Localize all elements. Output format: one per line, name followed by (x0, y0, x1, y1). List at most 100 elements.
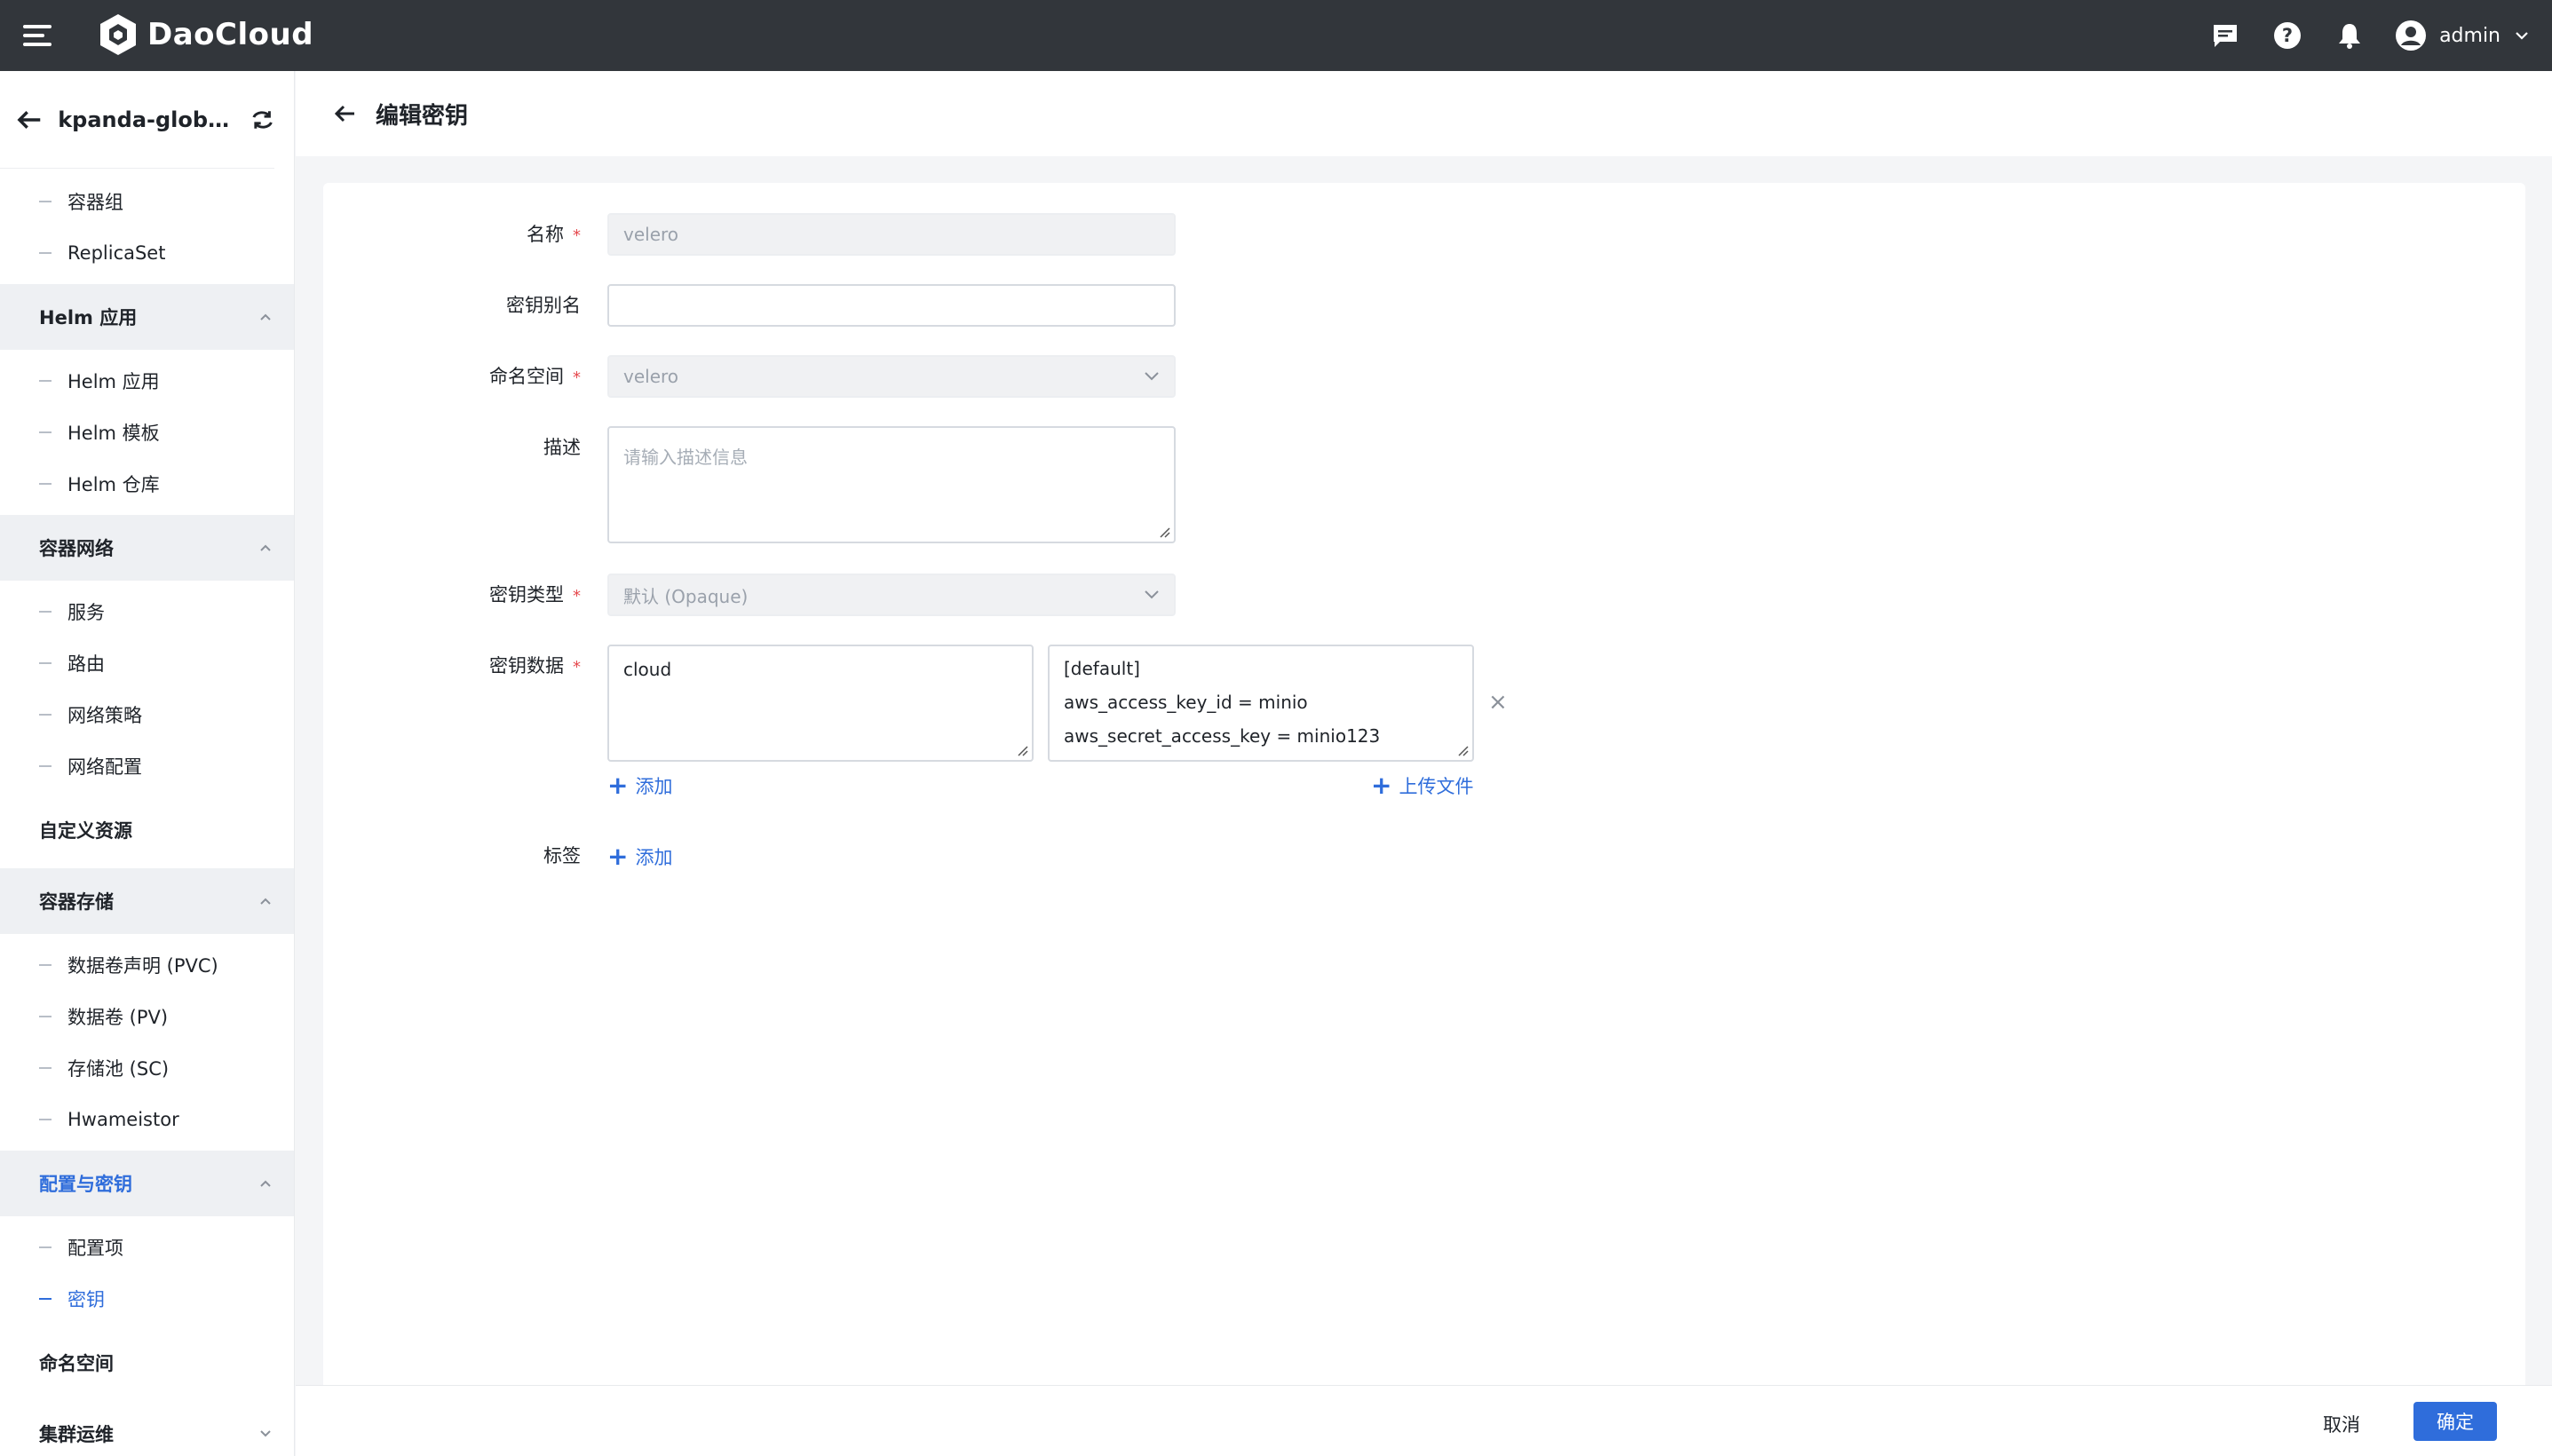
sidebar-group[interactable]: 自定义资源 (0, 797, 294, 863)
sidebar-item[interactable]: 网络策略 (0, 689, 294, 740)
sidebar-item[interactable]: 数据卷 (PV) (0, 991, 294, 1042)
secret-type-label: 密钥类型 * (489, 584, 581, 605)
back-arrow-icon[interactable] (16, 108, 42, 131)
sidebar-item[interactable]: 容器组 (0, 176, 294, 227)
sidebar-item-label: 存储池 (SC) (67, 1058, 170, 1080)
page-header: 编辑密钥 (296, 71, 2552, 156)
back-icon[interactable] (331, 100, 358, 127)
secret-type-select: 默认 (Opaque) (607, 574, 1176, 616)
dash-icon (39, 964, 52, 966)
resize-handle-icon[interactable] (1016, 744, 1028, 756)
dash-icon (39, 380, 52, 382)
sidebar-item[interactable]: Helm 仓库 (0, 458, 294, 510)
secret-value-line: aws_secret_access_key = minio123 (1064, 725, 1381, 747)
dash-icon (39, 201, 52, 202)
sidebar-item[interactable]: Helm 应用 (0, 355, 294, 407)
secret-value-textarea[interactable]: [default] aws_access_key_id = minio aws_… (1048, 645, 1474, 762)
sidebar-item-label: 配置项 (67, 1238, 123, 1259)
alias-label: 密钥别名 (506, 295, 581, 316)
sidebar-menu: 容器组 ReplicaSet Helm 应用 Helm 应用 Helm 模板 Helm 仓… (0, 169, 294, 1456)
tags-label: 标签 (543, 845, 581, 866)
sidebar-item-label: 路由 (67, 653, 105, 675)
cancel-button[interactable]: 取消 (2314, 1404, 2369, 1444)
sidebar-group-label: 集群运维 (39, 1424, 114, 1445)
sidebar-item[interactable]: ReplicaSet (0, 227, 294, 279)
sidebar-group-label: Helm 应用 (39, 307, 138, 328)
sidebar-group-label: 配置与密钥 (39, 1174, 132, 1195)
sidebar-item[interactable]: 配置项 (0, 1222, 294, 1273)
dash-icon (39, 611, 52, 613)
dash-icon (39, 662, 52, 664)
sidebar-item[interactable]: Hwameistor (0, 1094, 294, 1145)
page-title: 编辑密钥 (376, 102, 469, 130)
description-textarea[interactable]: 请输入描述信息 (607, 426, 1176, 543)
sidebar-item-label: 服务 (67, 602, 105, 623)
sidebar-group[interactable]: 配置与密钥 (0, 1151, 294, 1216)
footer-bar: 取消 确定 (296, 1385, 2552, 1456)
avatar-icon (2396, 20, 2427, 51)
dash-icon (39, 1016, 52, 1017)
add-tag-button[interactable]: + 添加 (607, 843, 672, 870)
secret-value-line: aws_access_key_id = minio (1064, 692, 1308, 713)
logo[interactable]: DaoCloud (98, 12, 313, 57)
alias-input[interactable] (607, 284, 1176, 327)
sidebar-group[interactable]: 容器网络 (0, 515, 294, 581)
secret-value-line: [default] (1064, 658, 1140, 679)
sidebar-item[interactable]: 数据卷声明 (PVC) (0, 939, 294, 991)
sidebar-group[interactable]: Helm 应用 (0, 284, 294, 350)
sidebar: kpanda-global-cl... 容器组 ReplicaSet Helm 应用… (0, 71, 295, 1456)
sidebar-item[interactable]: 网络配置 (0, 740, 294, 792)
help-icon[interactable]: ? (2271, 19, 2304, 52)
name-label: 名称 * (527, 224, 581, 245)
message-icon[interactable] (2208, 19, 2242, 52)
chevron-up-icon (260, 1180, 271, 1187)
user-menu[interactable]: admin (2395, 20, 2529, 51)
dash-icon (39, 252, 52, 254)
daocloud-logo-icon (100, 14, 136, 55)
sidebar-group[interactable]: 容器存储 (0, 868, 294, 934)
remove-data-icon[interactable]: × (1488, 689, 1508, 716)
switch-cluster-icon[interactable] (250, 108, 274, 131)
dash-icon (39, 483, 52, 485)
sidebar-group[interactable]: 集群运维 (0, 1401, 294, 1456)
chevron-up-icon (260, 313, 271, 320)
sidebar-header: kpanda-global-cl... (0, 71, 274, 169)
sidebar-item[interactable]: 存储池 (SC) (0, 1042, 294, 1094)
username: admin (2439, 24, 2500, 47)
sidebar-item-label: Helm 仓库 (67, 474, 160, 495)
sidebar-item[interactable]: 密钥 (0, 1273, 294, 1325)
top-bar: DaoCloud ? admin (0, 0, 2552, 71)
svg-text:?: ? (2282, 25, 2293, 46)
secret-key-textarea[interactable]: cloud (607, 645, 1034, 762)
namespace-select: velero (607, 355, 1176, 398)
sidebar-item-label: 网络配置 (67, 756, 142, 778)
edit-secret-form: 名称 * velero 密钥别名 命名空间 * velero 描述 请输入描述信息 … (323, 183, 2525, 1390)
chevron-down-icon (260, 1430, 271, 1437)
upload-file-button[interactable]: + 上传文件 (1371, 772, 1473, 799)
namespace-label: 命名空间 * (489, 366, 581, 387)
dash-icon (39, 431, 52, 433)
dash-icon (39, 1298, 52, 1300)
chevron-down-icon (1145, 372, 1159, 381)
sidebar-group[interactable]: 命名空间 (0, 1330, 294, 1396)
bell-icon[interactable] (2333, 19, 2366, 52)
sidebar-item[interactable]: 路由 (0, 637, 294, 689)
add-data-button[interactable]: + 添加 (607, 772, 672, 799)
sidebar-item-label: ReplicaSet (67, 242, 166, 264)
name-input: velero (607, 213, 1176, 256)
sidebar-item[interactable]: 服务 (0, 586, 294, 637)
resize-handle-icon[interactable] (1456, 744, 1469, 756)
sidebar-item-label: Hwameistor (67, 1109, 179, 1130)
confirm-button[interactable]: 确定 (2413, 1402, 2497, 1441)
chevron-down-icon (1145, 590, 1159, 599)
menu-icon[interactable] (23, 25, 52, 46)
dash-icon (39, 765, 52, 767)
resize-handle-icon[interactable] (1158, 526, 1170, 538)
dash-icon (39, 714, 52, 716)
chevron-up-icon (260, 898, 271, 905)
sidebar-item-label: Helm 模板 (67, 423, 160, 444)
sidebar-item[interactable]: Helm 模板 (0, 407, 294, 458)
sidebar-group-label: 容器存储 (39, 891, 114, 913)
sidebar-item-label: 密钥 (67, 1289, 105, 1310)
dash-icon (39, 1246, 52, 1248)
